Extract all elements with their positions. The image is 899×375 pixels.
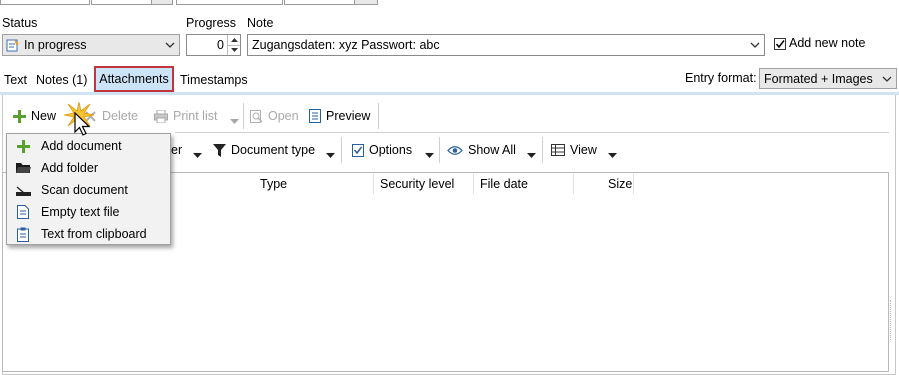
view-label: View [570, 143, 597, 157]
progress-value: 0 [217, 38, 224, 52]
tab-attachments-label: Attachments [99, 72, 169, 86]
note-value: Zugangsdaten: xyz Passwort: abc [252, 38, 440, 52]
filter-dropdown-arrow[interactable] [193, 147, 202, 161]
menu-item-label: Scan document [41, 183, 128, 197]
toolbar-separator [542, 137, 543, 163]
new-button-label: New [31, 109, 57, 123]
menu-item-text-from-clipboard[interactable]: Text from clipboard [7, 223, 170, 245]
scanner-icon [13, 185, 33, 196]
menu-item-scan-document[interactable]: Scan document [7, 179, 170, 201]
preview-document-icon [309, 109, 321, 123]
show-all-dropdown-arrow[interactable] [527, 147, 536, 161]
filter-label: er [171, 143, 183, 157]
top-field-1[interactable] [0, 0, 90, 5]
tab-timestamps[interactable]: Timestamps [180, 71, 248, 89]
view-grid-icon [551, 144, 565, 156]
view-button[interactable]: View [551, 141, 597, 159]
document-type-label: Document type [231, 143, 316, 157]
toolbar-separator [439, 137, 440, 163]
status-icon [6, 38, 20, 52]
open-button[interactable]: Open [250, 107, 299, 125]
entry-format-value: Formated + Images [764, 71, 873, 86]
column-divider[interactable] [473, 174, 474, 194]
toolbar-separator [341, 137, 342, 163]
clipboard-icon [13, 227, 33, 242]
top-field-3[interactable] [176, 0, 283, 5]
menu-item-add-folder[interactable]: Add folder [7, 157, 170, 179]
show-all-button[interactable]: Show All [447, 141, 516, 159]
mouse-cursor-icon [74, 111, 91, 141]
column-header-security-level[interactable]: Security level [380, 177, 454, 191]
menu-item-label: Empty text file [41, 205, 120, 219]
spin-down-icon[interactable] [228, 46, 240, 56]
status-dropdown[interactable]: In progress [2, 34, 180, 56]
options-label: Options [369, 143, 413, 157]
toolbar-separator [243, 103, 244, 129]
toolbar-separator [378, 103, 379, 129]
menu-item-label: Add document [41, 139, 122, 153]
progress-stepper[interactable]: 0 [186, 34, 241, 56]
note-dropdown[interactable]: Zugangsdaten: xyz Passwort: abc [247, 34, 765, 56]
open-button-label: Open [268, 109, 299, 123]
plus-icon [13, 109, 26, 123]
spin-up-icon[interactable] [228, 35, 240, 46]
printer-icon [154, 109, 168, 123]
new-dropdown-menu: Add document Add folder Scan document Em… [6, 133, 171, 245]
print-list-dropdown-arrow[interactable] [230, 113, 239, 127]
filter-button[interactable]: er [171, 141, 182, 159]
column-divider[interactable] [373, 174, 374, 194]
column-divider[interactable] [573, 174, 574, 194]
document-type-dropdown-arrow[interactable] [326, 147, 335, 161]
print-list-button[interactable]: Print list [154, 107, 217, 125]
checkmark-icon [775, 40, 785, 49]
menu-item-empty-text-file[interactable]: Empty text file [7, 201, 170, 223]
text-file-icon [13, 205, 33, 219]
preview-button[interactable]: Preview [309, 107, 370, 125]
status-value: In progress [24, 38, 87, 52]
options-button[interactable]: Options [352, 141, 412, 159]
toolbar-divider [175, 132, 889, 133]
options-checklist-icon [352, 143, 364, 157]
delete-button-label: Delete [102, 109, 139, 123]
add-new-note-checkbox[interactable] [774, 38, 786, 50]
progress-label: Progress [186, 16, 237, 30]
funnel-icon [213, 143, 226, 157]
column-header-size[interactable]: Size [608, 177, 632, 191]
grid-resize-grip[interactable] [890, 300, 894, 340]
entry-format-label: Entry format: [685, 71, 757, 85]
document-type-button[interactable]: Document type [213, 141, 315, 159]
top-field-2-button[interactable] [151, 0, 173, 5]
column-divider[interactable] [633, 174, 634, 194]
menu-item-label: Text from clipboard [41, 227, 147, 241]
tab-text[interactable]: Text [4, 71, 27, 89]
menu-item-label: Add folder [41, 161, 98, 175]
chevron-down-icon [878, 69, 896, 88]
add-new-note-label: Add new note [789, 36, 866, 50]
open-search-icon [250, 109, 263, 123]
tab-notes[interactable]: Notes (1) [36, 71, 87, 89]
status-label: Status [2, 16, 38, 30]
options-dropdown-arrow[interactable] [425, 147, 434, 161]
top-field-4-button[interactable] [354, 0, 378, 5]
entry-format-dropdown[interactable]: Formated + Images [759, 68, 897, 89]
top-field-4[interactable] [284, 0, 356, 5]
plus-icon [13, 139, 33, 153]
show-all-label: Show All [468, 143, 516, 157]
eye-icon [447, 145, 463, 155]
column-header-type[interactable]: Type [260, 177, 287, 191]
view-dropdown-arrow[interactable] [608, 147, 617, 161]
new-button[interactable]: New [13, 107, 56, 125]
progress-spin-buttons[interactable] [227, 35, 240, 55]
top-field-2[interactable] [91, 0, 153, 5]
chevron-down-icon [746, 35, 764, 55]
note-label: Note [247, 16, 274, 30]
tab-attachments[interactable]: Attachments [94, 66, 174, 92]
print-list-label: Print list [173, 109, 218, 123]
chevron-down-icon [161, 35, 179, 55]
column-header-file-date[interactable]: File date [480, 177, 528, 191]
folder-icon [13, 162, 33, 174]
preview-button-label: Preview [326, 109, 371, 123]
